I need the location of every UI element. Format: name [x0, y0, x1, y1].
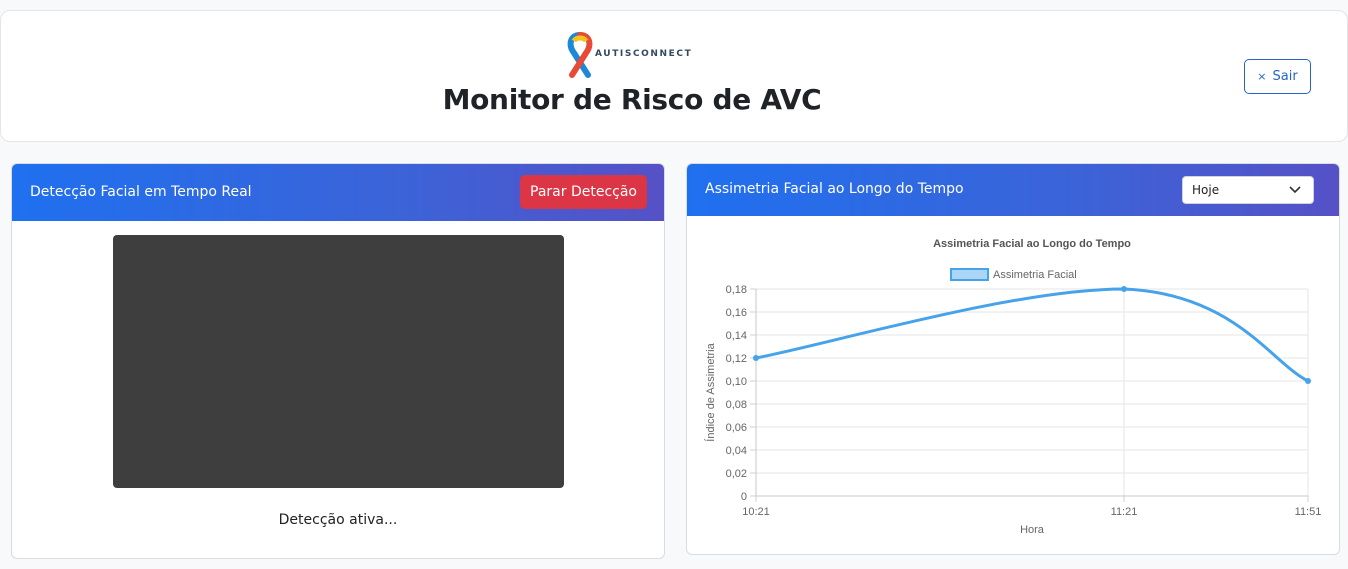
data-point	[1121, 286, 1127, 292]
logout-label: Sair	[1272, 69, 1298, 84]
y-tick-label: 0,02	[726, 468, 747, 480]
period-select[interactable]: Hoje	[1182, 176, 1314, 204]
x-tick-label: 11:51	[1295, 506, 1322, 518]
legend-label: Assimetria Facial	[993, 269, 1077, 281]
chevron-down-icon	[1289, 186, 1301, 194]
chart-title: Assimetria Facial ao Longo do Tempo	[933, 238, 1131, 250]
y-tick-label: 0,14	[726, 330, 747, 342]
legend-swatch	[950, 268, 989, 281]
logo-text: AUTISCONNECT	[595, 49, 693, 59]
ribbon-icon	[567, 32, 593, 78]
x-tick-label: 11:21	[1111, 506, 1138, 518]
stop-detection-button[interactable]: Parar Detecção	[520, 175, 647, 209]
detection-status: Detecção ativa...	[278, 512, 398, 528]
y-tick-label: 0,04	[726, 445, 747, 457]
face-detection-header: Detecção Facial em Tempo Real Parar Dete…	[12, 164, 664, 221]
y-tick-label: 0,12	[726, 353, 747, 365]
data-point	[753, 355, 759, 361]
close-icon: ×	[1257, 70, 1267, 83]
y-tick-label: 0,18	[726, 284, 747, 296]
period-value: Hoje	[1192, 183, 1220, 197]
y-tick-label: 0,08	[726, 399, 747, 411]
y-axis-label: Índice de Assimetria	[704, 342, 717, 441]
data-point	[1305, 378, 1311, 384]
y-tick-label: 0,10	[726, 376, 747, 388]
video-feed	[113, 235, 564, 488]
asymmetry-header: Assimetria Facial ao Longo do Tempo Hoje	[687, 164, 1339, 216]
asymmetry-card: Assimetria Facial ao Longo do Tempo Hoje…	[686, 163, 1340, 555]
y-tick-label: 0,16	[726, 307, 747, 319]
y-tick-label: 0	[741, 491, 747, 503]
autisconnect-logo: AUTISCONNECT	[566, 31, 698, 89]
asymmetry-title: Assimetria Facial ao Longo do Tempo	[705, 181, 964, 197]
x-tick-label: 10:21	[742, 506, 770, 518]
page-title: Monitor de Risco de AVC	[442, 83, 822, 116]
asymmetry-chart: Assimetria Facial ao Longo do Tempo Assim…	[704, 238, 1322, 536]
y-tick-label: 0,06	[726, 422, 747, 434]
face-detection-card: Detecção Facial em Tempo Real Parar Dete…	[11, 163, 665, 559]
logout-button[interactable]: × Sair	[1244, 59, 1311, 94]
face-detection-title: Detecção Facial em Tempo Real	[30, 184, 252, 200]
app-header: AUTISCONNECT Monitor de Risco de AVC × S…	[0, 10, 1348, 142]
x-axis-label: Hora	[1020, 524, 1045, 536]
